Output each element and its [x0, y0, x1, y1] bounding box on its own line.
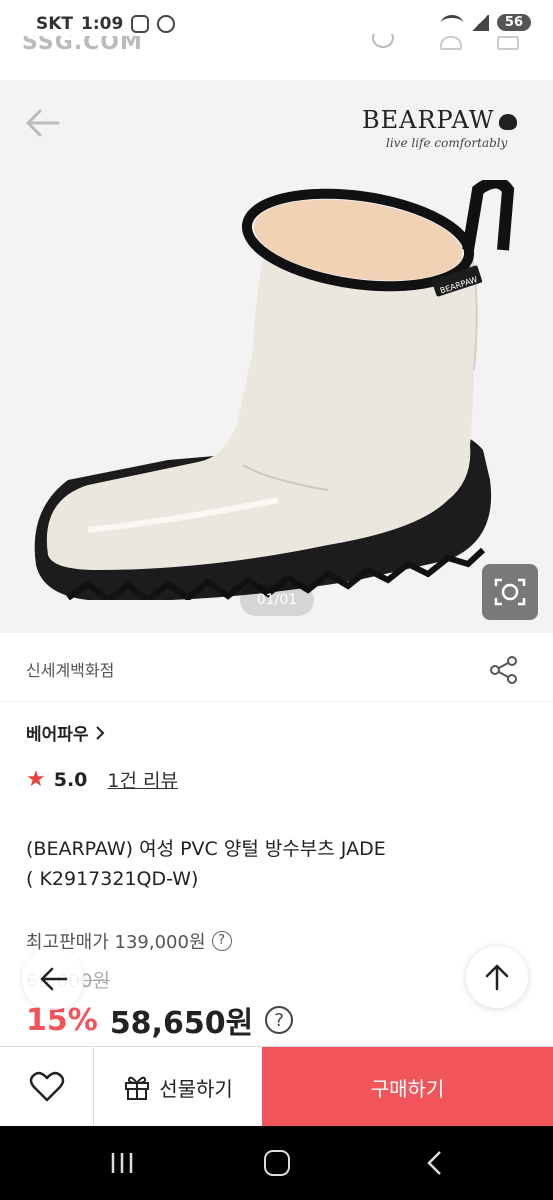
- help-icon[interactable]: ?: [211, 931, 232, 951]
- star-icon: ★: [26, 767, 46, 792]
- chevron-right-icon: [95, 725, 104, 740]
- product-title-line1: (BEARPAW) 여성 PVC 양털 방수부츠 JADE: [26, 838, 386, 860]
- brand-logo-text: BEARPAW: [362, 106, 495, 134]
- brand-tagline: live life comfortably: [386, 136, 508, 150]
- paw-icon: [498, 114, 517, 130]
- ghost-logo-text: SSG.COM: [22, 30, 143, 55]
- gift-button[interactable]: 선물하기: [94, 1047, 262, 1127]
- brand-logo: BEARPAW live life comfortably: [362, 106, 532, 166]
- nav-back-icon[interactable]: [424, 1150, 444, 1176]
- product-title-line2: ( K2917321QD-W): [26, 868, 199, 890]
- back-arrow-icon[interactable]: [22, 106, 62, 140]
- rating-value: 5.0: [53, 768, 88, 791]
- image-search-button[interactable]: [482, 564, 538, 620]
- arrow-left-icon: [40, 967, 68, 991]
- brand-link-label: 베어파우: [26, 725, 89, 745]
- ghost-cart-icon: [497, 36, 519, 50]
- rating-row: ★ 5.0 1건 리뷰: [26, 766, 178, 793]
- scroll-top-button[interactable]: [466, 946, 528, 1008]
- product-title: (BEARPAW) 여성 PVC 양털 방수부츠 JADE ( K2917321…: [26, 834, 526, 894]
- page-indicator: 01/01: [240, 584, 314, 616]
- ghost-search-icon: [372, 34, 394, 48]
- product-image[interactable]: BEARPAW live life comfortably BEARPAW 01…: [0, 80, 553, 633]
- review-link[interactable]: 1건 리뷰: [107, 766, 178, 793]
- arrow-up-icon: [485, 964, 509, 991]
- camera-scan-icon: [494, 578, 526, 606]
- store-row: 신세계백화점: [0, 640, 553, 702]
- buy-button[interactable]: 구매하기: [262, 1047, 553, 1127]
- recent-apps-icon[interactable]: [110, 1152, 134, 1174]
- action-bar: 선물하기 구매하기: [0, 1046, 553, 1127]
- gift-button-label: 선물하기: [159, 1076, 233, 1101]
- home-icon[interactable]: [264, 1150, 290, 1176]
- wishlist-button[interactable]: [0, 1047, 94, 1127]
- sale-help-icon[interactable]: ?: [265, 1006, 294, 1034]
- gift-icon: [125, 1076, 150, 1100]
- brand-link[interactable]: 베어파우: [26, 720, 105, 745]
- floating-back-button[interactable]: [22, 948, 84, 1010]
- system-nav-bar: [0, 1126, 553, 1200]
- ghost-header: SSG.COM: [0, 28, 553, 80]
- heart-icon: [29, 1071, 64, 1102]
- store-name[interactable]: 신세계백화점: [26, 657, 114, 681]
- share-icon[interactable]: [488, 654, 520, 686]
- boot-image: BEARPAW: [34, 180, 515, 600]
- sale-price: 58,650원: [109, 1006, 254, 1041]
- ghost-bell-icon: [440, 36, 462, 50]
